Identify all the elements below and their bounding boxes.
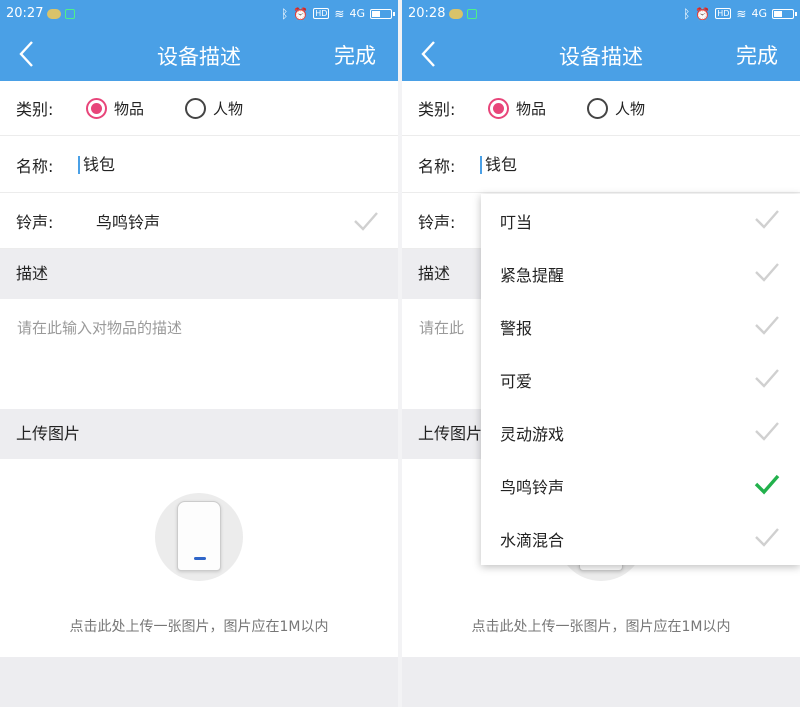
ringtone-option-urgent[interactable]: 紧急提醒 [481,247,800,300]
ringtone-option-label: 叮当 [500,213,533,232]
alarm-icon: ⏰ [695,6,711,21]
hd-icon: HD [313,8,330,19]
battery-icon [772,8,797,19]
upload-hint: 点击此处上传一张图片，图片应在1M以内 [471,619,731,635]
name-label: 名称: [16,156,54,176]
screen-ringtone-open: 20:28 ᛒ ⏰ HD ≋ 4G 设备描述 完成 类别: 物品 人物 名称: … [402,0,800,707]
ringtone-option-waterdrop[interactable]: 水滴混合 [481,512,800,565]
ringtone-label: 铃声: [16,213,54,232]
wifi-icon: ≋ [334,6,345,21]
description-input[interactable]: 请在此输入对物品的描述 [0,299,398,409]
bottom-spacer [0,657,398,707]
radio-item-label[interactable]: 物品 [516,98,546,119]
name-input[interactable]: 钱包 [480,155,517,174]
ringtone-row[interactable]: 铃声: 鸟鸣铃声 [0,194,398,249]
alarm-icon: ⏰ [293,6,309,21]
ringtone-option-label: 灵动游戏 [500,425,565,444]
ringtone-option-label: 警报 [500,319,533,338]
check-icon [755,528,779,547]
check-icon [755,369,779,388]
ringtone-option-dingdang[interactable]: 叮当 [481,194,800,247]
category-row: 类别: 物品 人物 [402,81,800,136]
app-notification-icon [65,8,76,19]
check-icon [755,210,779,229]
hd-icon: HD [715,8,732,19]
category-label: 类别: [418,100,456,119]
bluetooth-icon: ᛒ [683,6,691,21]
ringtone-label: 铃声: [418,213,456,232]
upload-section-header: 上传图片 [0,409,398,459]
ringtone-option-birdsong[interactable]: 鸟鸣铃声 [481,459,800,512]
status-time: 20:27 [6,6,44,21]
battery-icon [370,8,395,19]
upload-area[interactable]: 点击此处上传一张图片，图片应在1M以内 [0,459,398,657]
done-button[interactable]: 完成 [736,40,778,70]
name-input[interactable]: 钱包 [78,155,115,174]
name-row: 名称: 钱包 [0,137,398,193]
ringtone-option-cute[interactable]: 可爱 [481,353,800,406]
check-icon [755,316,779,335]
check-icon-selected [754,474,780,495]
description-placeholder: 请在此输入对物品的描述 [17,319,183,337]
radio-item-label[interactable]: 物品 [114,98,144,119]
status-bar: 20:27 ᛒ ⏰ HD ≋ 4G [0,0,398,27]
ringtone-option-label: 可爱 [500,372,533,391]
status-time: 20:28 [408,6,446,21]
title-bar: 设备描述 完成 [402,27,800,81]
done-button[interactable]: 完成 [334,40,376,70]
description-section-header: 描述 [0,249,398,299]
radio-person-option[interactable] [587,98,608,119]
check-icon [755,263,779,282]
bottom-spacer [402,657,800,707]
device-image[interactable] [155,493,243,581]
check-icon [354,212,378,231]
status-bar: 20:28 ᛒ ⏰ HD ≋ 4G [402,0,800,27]
ringtone-value[interactable]: 鸟鸣铃声 [96,209,160,233]
notification-icon [449,8,464,19]
ringtone-option-game[interactable]: 灵动游戏 [481,406,800,459]
network-type: 4G [751,7,767,20]
radio-item-option[interactable] [488,98,509,119]
name-row: 名称: 钱包 [402,137,800,193]
title-bar: 设备描述 完成 [0,27,398,81]
radio-person-label[interactable]: 人物 [615,98,645,119]
notification-icon [47,8,62,19]
category-label: 类别: [16,100,54,119]
ringtone-option-label: 水滴混合 [500,531,565,550]
radio-item-option[interactable] [86,98,107,119]
ringtone-option-alarm[interactable]: 警报 [481,300,800,353]
app-notification-icon [467,8,478,19]
radio-person-label[interactable]: 人物 [213,98,243,119]
category-row: 类别: 物品 人物 [0,81,398,136]
network-type: 4G [349,7,365,20]
check-icon [755,422,779,441]
description-placeholder: 请在此 [419,319,465,337]
wifi-icon: ≋ [736,6,747,21]
name-label: 名称: [418,156,456,176]
radio-person-option[interactable] [185,98,206,119]
upload-hint: 点击此处上传一张图片，图片应在1M以内 [69,619,329,635]
ringtone-dropdown: 叮当 紧急提醒 警报 可爱 灵动游戏 鸟鸣铃声 水滴混合 [481,194,800,565]
ringtone-option-label: 鸟鸣铃声 [500,478,565,497]
bluetooth-icon: ᛒ [281,6,289,21]
ringtone-option-label: 紧急提醒 [500,266,565,285]
screen-ringtone-closed: 20:27 ᛒ ⏰ HD ≋ 4G 设备描述 完成 类别: 物品 人物 名称: … [0,0,398,707]
